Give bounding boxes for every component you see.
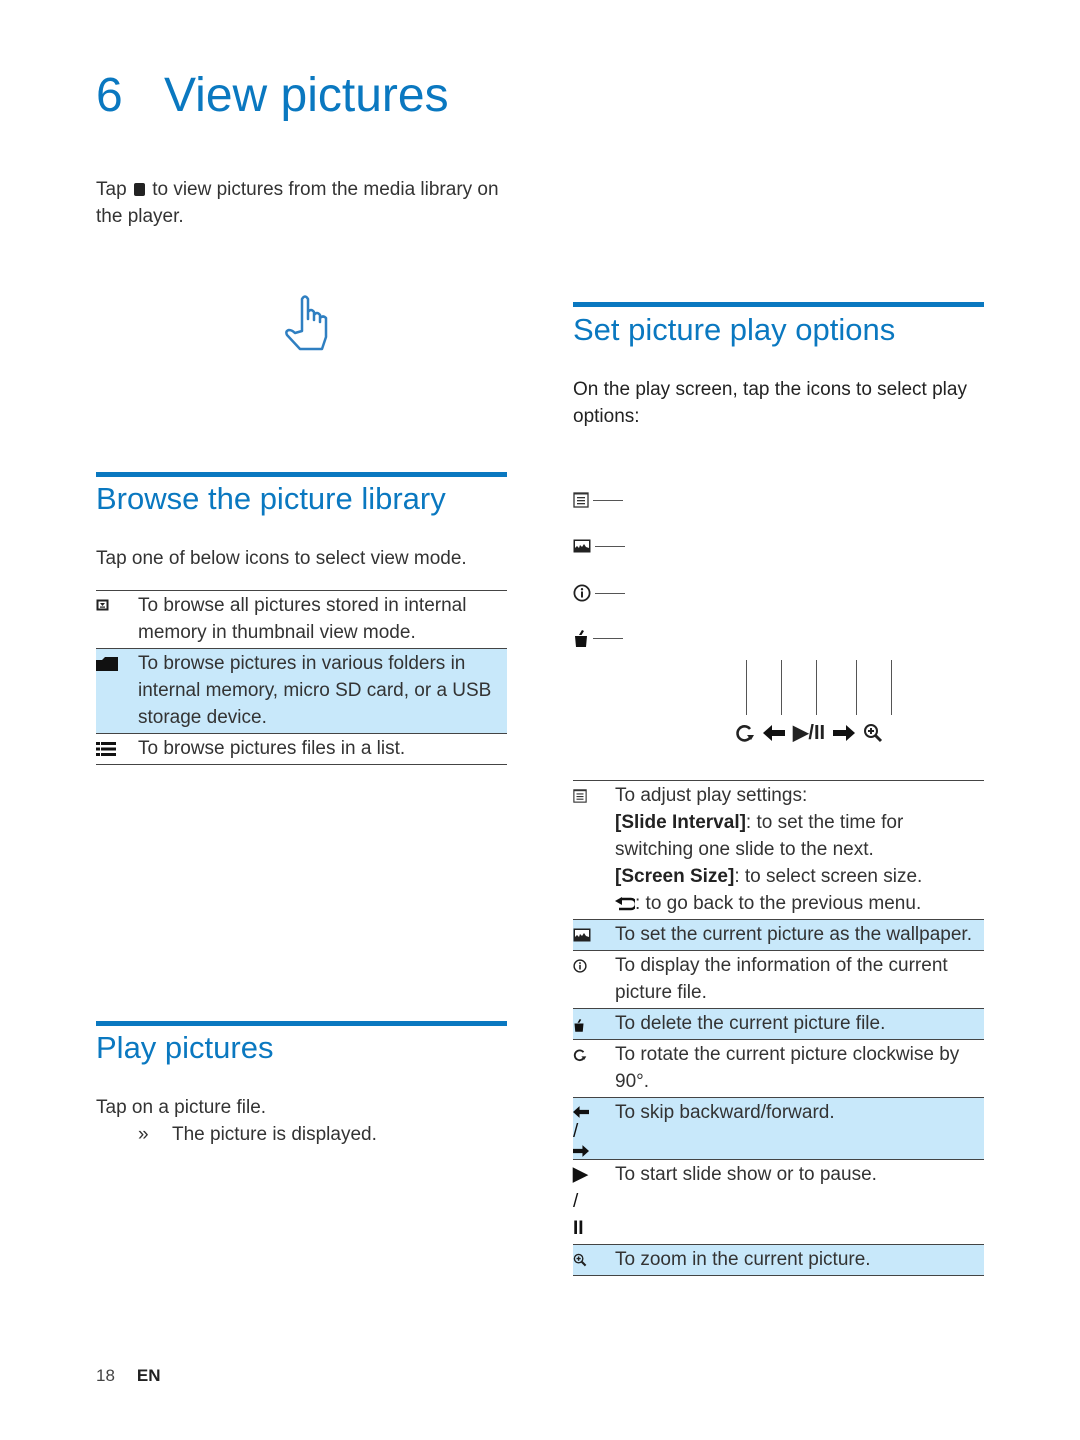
options-section-bar [573, 302, 984, 307]
browse-section-title: Browse the picture library [96, 481, 446, 516]
option-row-skip: / To skip backward/forward. [573, 1097, 984, 1160]
option-row-rotate: To rotate the current picture clockwise … [573, 1040, 984, 1098]
chapter-title: 6 View pictures [96, 68, 449, 123]
option-text: To start slide show or to pause. [615, 1164, 877, 1185]
play-section-title: Play pictures [96, 1030, 274, 1065]
separator: / [573, 1191, 579, 1212]
browse-row-folder: To browse pictures in various folders in… [96, 648, 507, 734]
option-text: To rotate the current picture clockwise … [615, 1044, 960, 1092]
browse-row-text: To browse all pictures stored in interna… [138, 595, 467, 643]
page-number: 18 [96, 1366, 115, 1385]
leader-line [593, 637, 623, 639]
option-row-zoom: To zoom in the current picture. [573, 1244, 984, 1276]
skip-back-icon [573, 1106, 615, 1118]
language-code: EN [136, 1366, 161, 1385]
leader-line [856, 660, 857, 715]
option-label-slide-interval: [Slide Interval] [615, 812, 746, 833]
browse-row-text: To browse pictures files in a list. [138, 738, 406, 759]
option-text: To display the information of the curren… [615, 955, 948, 1003]
info-icon [573, 959, 587, 973]
skip-forward-icon [833, 724, 856, 741]
result-marker: » [138, 1124, 149, 1145]
page-footer: 18 EN [96, 1366, 161, 1386]
option-label-screen-size: [Screen Size] [615, 866, 735, 887]
result-text: The picture is displayed. [172, 1124, 377, 1145]
rotate-icon [573, 1048, 587, 1062]
browse-section-bar [96, 472, 507, 477]
play-icon: ▶ [573, 1164, 588, 1185]
folder-icon [96, 657, 118, 671]
option-text: To adjust play settings: [615, 785, 808, 806]
settings-menu-icon [573, 492, 589, 508]
option-subline: [Slide Interval]: to set the time for sw… [615, 809, 984, 863]
diagram-settings-callout [573, 492, 623, 508]
settings-menu-icon [573, 789, 587, 803]
wallpaper-icon [573, 928, 591, 942]
option-subline: [Screen Size]: to select screen size. [615, 863, 984, 890]
options-section-title: Set picture play options [573, 312, 896, 347]
play-step: Tap on a picture file. [96, 1097, 267, 1118]
leader-line [781, 660, 782, 715]
option-desc: : to select screen size. [734, 866, 923, 887]
chapter-title-text: View pictures [164, 69, 449, 122]
browse-row-list: To browse pictures files in a list. [96, 734, 507, 765]
leader-line [891, 660, 892, 715]
separator: / [573, 1121, 579, 1142]
diagram-control-bar: ▶/II [735, 720, 883, 745]
options-lead: On the play screen, tap the icons to sel… [573, 379, 967, 427]
back-icon [615, 896, 635, 911]
pause-icon: II [573, 1218, 584, 1239]
wallpaper-icon [573, 539, 591, 553]
zoom-in-icon [573, 1253, 587, 1267]
intro-text-before: Tap [96, 179, 132, 200]
option-text: To skip backward/forward. [615, 1102, 835, 1123]
tap-hand-icon [280, 293, 340, 355]
option-text: To delete the current picture file. [615, 1013, 886, 1034]
info-icon [573, 584, 591, 602]
play-result: » The picture is displayed. [138, 1121, 377, 1148]
option-row-info: To display the information of the curren… [573, 951, 984, 1009]
option-text: To set the current picture as the wallpa… [615, 924, 972, 945]
pictures-app-icon [133, 183, 145, 196]
leader-line [593, 499, 623, 501]
play-options-table: To adjust play settings: [Slide Interval… [573, 780, 984, 1276]
browse-lead: Tap one of below icons to select view mo… [96, 548, 467, 569]
option-row-settings: To adjust play settings: [Slide Interval… [573, 780, 984, 920]
intro-paragraph: Tap to view pictures from the media libr… [96, 176, 506, 230]
option-row-play-pause: ▶ / II To start slide show or to pause. [573, 1160, 984, 1245]
diagram-info-callout [573, 584, 625, 602]
play-pause-icon: ▶/II [793, 722, 826, 744]
delete-icon [573, 628, 589, 648]
zoom-in-icon [863, 723, 883, 743]
leader-line [595, 545, 625, 547]
option-subline: : to go back to the previous menu. [615, 890, 984, 917]
option-row-delete: To delete the current picture file. [573, 1008, 984, 1040]
skip-back-icon [763, 724, 785, 741]
option-desc: : to go back to the previous menu. [635, 893, 922, 914]
list-icon [96, 742, 116, 756]
leader-line [595, 592, 625, 594]
browse-row-text: To browse pictures in various folders in… [138, 653, 492, 728]
browse-row-thumbnail: To browse all pictures stored in interna… [96, 590, 507, 649]
play-section-bar [96, 1021, 507, 1026]
browse-modes-table: To browse all pictures stored in interna… [96, 590, 507, 765]
skip-forward-icon [573, 1145, 615, 1157]
leader-line [746, 660, 747, 715]
option-row-wallpaper: To set the current picture as the wallpa… [573, 919, 984, 951]
thumbnail-view-icon [96, 599, 109, 611]
delete-icon [573, 1017, 586, 1032]
leader-line [816, 660, 817, 715]
option-text: To zoom in the current picture. [615, 1249, 871, 1270]
intro-text-after: to view pictures from the media library … [96, 179, 499, 227]
rotate-icon [735, 723, 755, 743]
chapter-number: 6 [96, 69, 123, 122]
diagram-delete-callout [573, 628, 623, 648]
diagram-wallpaper-callout [573, 539, 625, 553]
